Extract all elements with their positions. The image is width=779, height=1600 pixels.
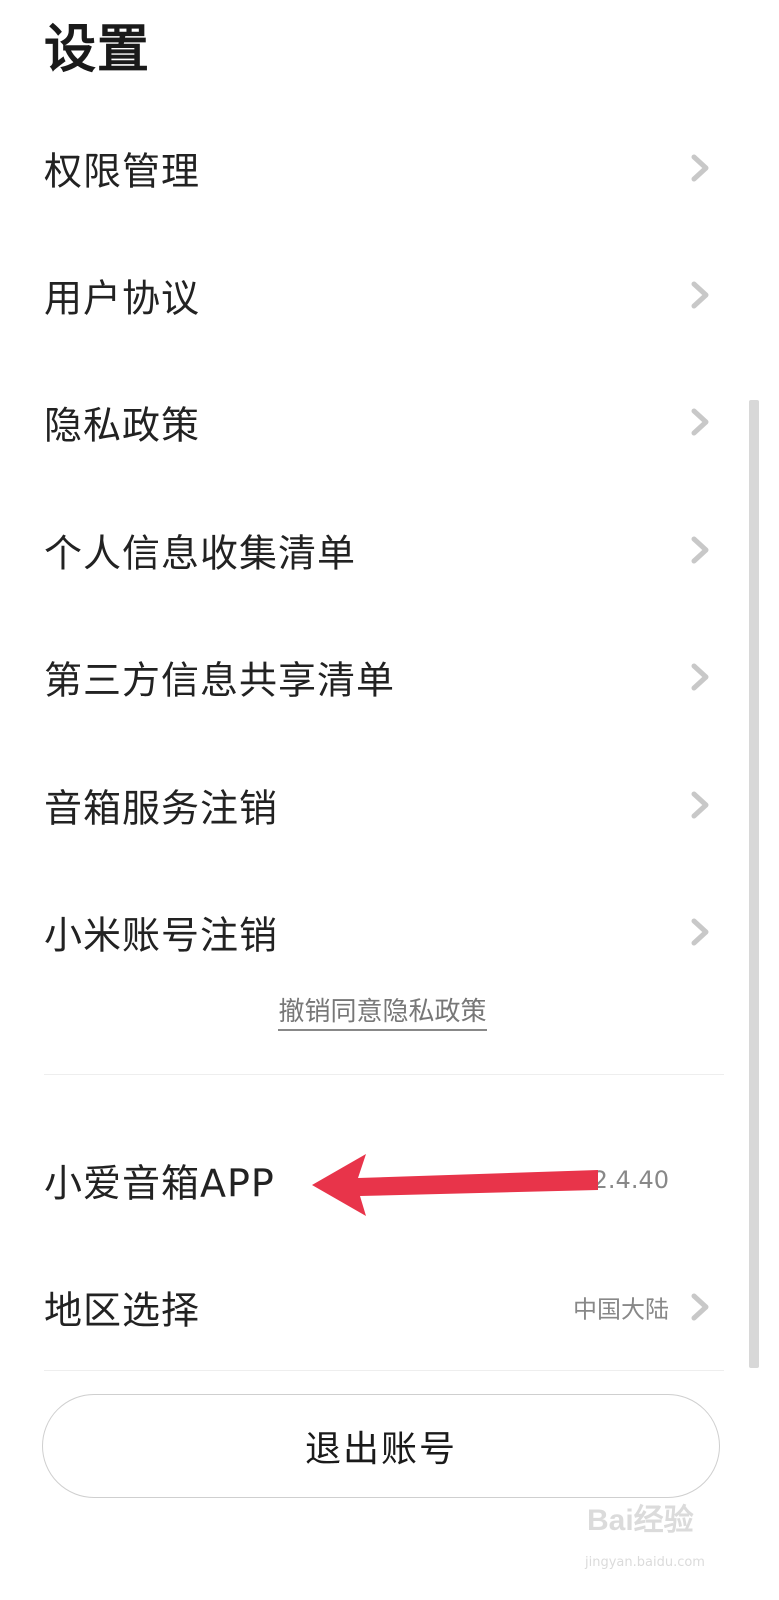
chevron-right-icon bbox=[688, 917, 712, 947]
menu-item-user-agreement[interactable]: 用户协议 bbox=[0, 245, 779, 345]
scrollbar[interactable] bbox=[749, 400, 759, 1368]
app-version-label: 小爱音箱APP bbox=[44, 1161, 275, 1206]
region-select-label: 地区选择 bbox=[44, 1288, 201, 1333]
menu-item-privacy-policy[interactable]: 隐私政策 bbox=[0, 372, 779, 472]
revoke-privacy-consent-link[interactable]: 撤销同意隐私政策 bbox=[278, 997, 487, 1031]
chevron-right-icon bbox=[688, 790, 712, 820]
chevron-right-icon bbox=[688, 1292, 712, 1322]
menu-item-personal-info-list[interactable]: 个人信息收集清单 bbox=[0, 500, 779, 600]
menu-item-label: 第三方信息共享清单 bbox=[44, 658, 396, 703]
chevron-right-icon bbox=[688, 662, 712, 692]
menu-item-speaker-service-cancel[interactable]: 音箱服务注销 bbox=[0, 755, 779, 855]
revoke-privacy-consent-link-row: 撤销同意隐私政策 bbox=[0, 994, 765, 1031]
watermark-logo-text: Bai经验 bbox=[587, 1503, 694, 1537]
chevron-right-icon bbox=[688, 280, 712, 310]
region-value: 中国大陆 bbox=[573, 1295, 669, 1324]
red-arrow-annotation bbox=[312, 1154, 598, 1216]
menu-item-label: 隐私政策 bbox=[44, 403, 201, 448]
chevron-right-icon bbox=[688, 535, 712, 565]
menu-item-label: 个人信息收集清单 bbox=[44, 531, 357, 576]
menu-item-label: 用户协议 bbox=[44, 276, 201, 321]
baidu-paw-icon: Bai经验 bbox=[587, 1503, 694, 1537]
menu-item-mi-account-cancel[interactable]: 小米账号注销 bbox=[0, 882, 779, 982]
logout-button[interactable]: 退出账号 bbox=[42, 1394, 720, 1498]
section-divider bbox=[44, 1370, 724, 1371]
watermark-subtext: jingyan.baidu.com bbox=[585, 1555, 705, 1570]
menu-item-permissions[interactable]: 权限管理 bbox=[0, 118, 779, 218]
chevron-right-icon bbox=[688, 407, 712, 437]
baidu-jingyan-watermark: Bai经验 jingyan.baidu.com bbox=[585, 1490, 745, 1570]
menu-item-label: 音箱服务注销 bbox=[44, 786, 279, 831]
page-title: 设置 bbox=[44, 20, 151, 80]
menu-item-label: 小米账号注销 bbox=[44, 913, 279, 958]
menu-item-label: 权限管理 bbox=[44, 149, 201, 194]
section-divider bbox=[44, 1074, 724, 1075]
region-select-row[interactable]: 地区选择 中国大陆 bbox=[0, 1257, 779, 1357]
menu-item-third-party-sharing-list[interactable]: 第三方信息共享清单 bbox=[0, 627, 779, 727]
chevron-right-icon bbox=[688, 153, 712, 183]
